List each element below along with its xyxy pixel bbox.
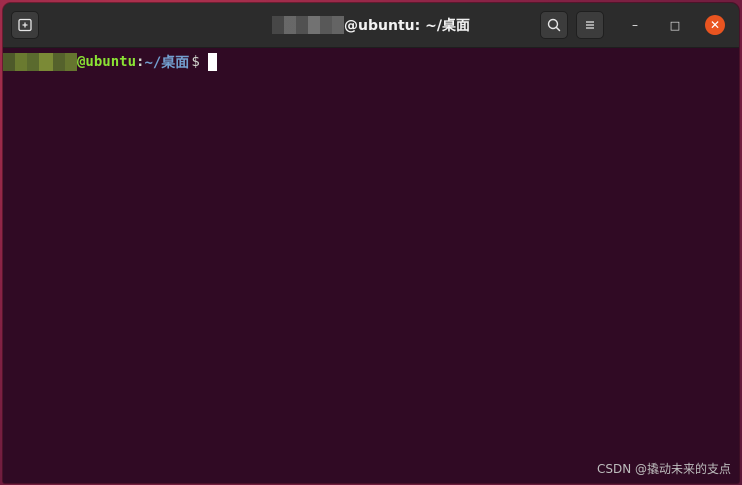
text-cursor	[207, 53, 217, 71]
new-tab-button[interactable]	[11, 11, 39, 39]
maximize-icon: □	[669, 18, 681, 32]
terminal-area[interactable]: @ubuntu : ~/桌面 $	[3, 48, 739, 483]
prompt-path: ~/桌面	[144, 55, 190, 71]
maximize-button[interactable]: □	[665, 15, 685, 35]
search-button[interactable]	[540, 11, 568, 39]
minimize-button[interactable]: –	[625, 15, 645, 35]
watermark: CSDN @撬动未来的支点	[596, 462, 731, 476]
menu-button[interactable]	[576, 11, 604, 39]
close-icon: ✕	[709, 18, 721, 32]
prompt-line: @ubuntu : ~/桌面 $	[3, 52, 217, 72]
redacted-username	[272, 16, 345, 34]
terminal-window: @ubuntu: ~/桌面 – □ ✕ @ubuntu: ~/桌面 $ CSD…	[3, 3, 739, 483]
search-icon	[547, 18, 561, 32]
hamburger-menu-icon	[586, 21, 594, 29]
close-button[interactable]: ✕	[705, 15, 725, 35]
redacted-prompt-user	[3, 53, 77, 71]
titlebar: @ubuntu: ~/桌面 – □ ✕	[3, 3, 739, 48]
prompt-host: @ubuntu	[77, 54, 137, 70]
prompt-colon: :	[136, 54, 145, 70]
minimize-icon: –	[632, 18, 638, 32]
new-tab-icon	[18, 18, 32, 32]
prompt-symbol: $	[191, 54, 200, 70]
window-title-text: @ubuntu: ~/桌面	[344, 18, 470, 34]
